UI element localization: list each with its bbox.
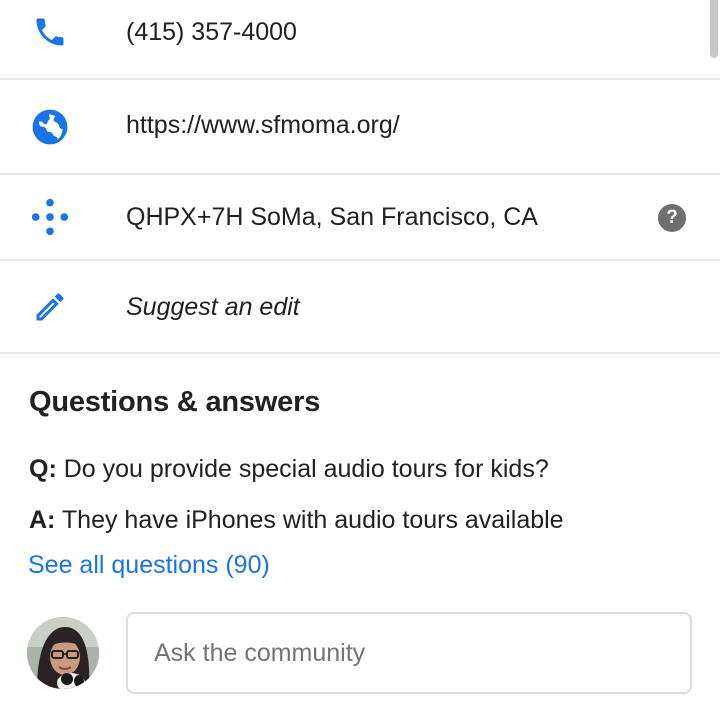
plus-code-icon: [30, 197, 70, 237]
qa-answer[interactable]: A: They have iPhones with audio tours av…: [29, 506, 564, 535]
suggest-edit-row[interactable]: Suggest an edit: [0, 261, 720, 354]
phone-row[interactable]: (415) 357-4000: [0, 0, 720, 80]
globe-icon: [30, 107, 70, 147]
qa-section-title: Questions & answers: [29, 386, 321, 418]
help-icon[interactable]: ?: [658, 204, 686, 232]
plus-code-text[interactable]: QHPX+7H SoMa, San Francisco, CA: [126, 203, 538, 232]
answer-text: They have iPhones with audio tours avail…: [61, 506, 564, 534]
phone-number[interactable]: (415) 357-4000: [126, 18, 297, 47]
qa-question[interactable]: Q: Do you provide special audio tours fo…: [29, 455, 549, 484]
plus-code-row[interactable]: QHPX+7H SoMa, San Francisco, CA ?: [0, 175, 720, 261]
phone-icon: [30, 12, 70, 52]
question-prefix: Q:: [29, 455, 57, 483]
website-row[interactable]: https://www.sfmoma.org/: [0, 80, 720, 175]
pencil-icon: [30, 287, 70, 327]
user-avatar[interactable]: [27, 617, 99, 689]
answer-prefix: A:: [29, 506, 56, 534]
see-all-questions-link[interactable]: See all questions (90): [28, 551, 270, 580]
website-link[interactable]: https://www.sfmoma.org/: [126, 111, 400, 140]
question-text: Do you provide special audio tours for k…: [63, 455, 549, 483]
suggest-edit-link[interactable]: Suggest an edit: [126, 293, 300, 322]
ask-community-input[interactable]: [126, 612, 692, 694]
